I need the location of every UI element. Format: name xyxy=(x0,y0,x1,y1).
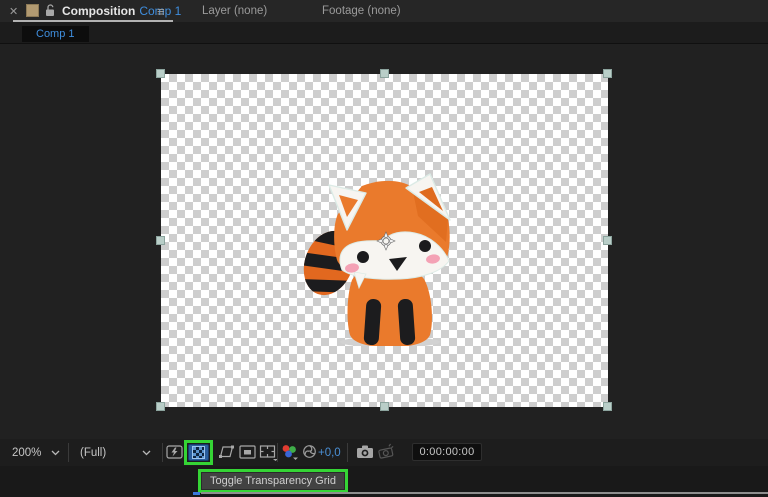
statusbar: Toggle Transparency Grid xyxy=(0,466,768,497)
panda-left-leg xyxy=(363,299,381,346)
close-panel-icon[interactable]: ✕ xyxy=(9,0,18,22)
selection-handle-bottom-center[interactable] xyxy=(380,402,389,411)
selection-handle-mid-right[interactable] xyxy=(603,236,612,245)
selection-handle-bottom-right[interactable] xyxy=(603,402,612,411)
mask-outline-icon xyxy=(218,444,235,459)
region-of-interest-button[interactable] xyxy=(239,444,256,459)
resolution-dropdown[interactable]: (Full) xyxy=(80,439,151,466)
panda-left-eye xyxy=(357,251,369,263)
chevron-down-icon xyxy=(51,450,60,456)
aperture-icon xyxy=(302,444,317,459)
toolbar-divider xyxy=(347,443,348,462)
highlight-box-toolbar xyxy=(184,440,213,465)
fast-previews-button[interactable] xyxy=(166,444,184,460)
panda-right-eye xyxy=(419,240,431,252)
toggle-mask-path-button[interactable] xyxy=(218,444,235,459)
timeline-edge-tick xyxy=(193,492,200,495)
transparency-grid-icon xyxy=(192,446,205,459)
composition-panel: ✕ Composition Comp 1 ≡ Layer (none) Foot… xyxy=(0,0,768,497)
resolution-value: (Full) xyxy=(80,447,106,459)
highlight-box-tooltip: Toggle Transparency Grid xyxy=(198,469,348,493)
selection-handle-bottom-left[interactable] xyxy=(156,402,165,411)
composition-viewer[interactable] xyxy=(0,44,768,439)
chevron-down-icon xyxy=(142,450,151,456)
lightning-icon xyxy=(166,444,184,460)
grid-guide-options-button[interactable] xyxy=(259,444,279,461)
red-panda-layer[interactable] xyxy=(302,160,452,346)
rgb-channels-icon xyxy=(281,444,299,461)
panda-right-leg xyxy=(397,298,415,345)
selection-handle-top-left[interactable] xyxy=(156,69,165,78)
panel-color-swatch[interactable] xyxy=(26,4,39,17)
selection-handle-mid-left[interactable] xyxy=(156,236,165,245)
toolbar-divider xyxy=(277,443,278,462)
toolbar-divider xyxy=(162,443,163,462)
grid-guides-icon xyxy=(259,444,279,461)
magnification-dropdown[interactable]: 200% xyxy=(12,439,60,466)
camera-icon xyxy=(356,444,374,459)
toggle-transparency-grid-button[interactable] xyxy=(188,444,209,461)
magnification-value: 200% xyxy=(12,447,41,459)
reset-exposure-button[interactable] xyxy=(302,444,317,459)
channel-settings-button[interactable] xyxy=(281,444,299,461)
selection-handle-top-right[interactable] xyxy=(603,69,612,78)
region-of-interest-icon xyxy=(239,444,256,459)
timecode-field[interactable]: 0:00:00:00 xyxy=(412,443,482,461)
show-snapshot-button[interactable] xyxy=(377,444,395,459)
viewer-tabs-row: Comp 1 xyxy=(0,22,768,44)
show-snapshot-icon xyxy=(376,442,397,460)
panel-menu-icon[interactable]: ≡ xyxy=(157,0,165,22)
viewer-toolbar: 200% (Full) xyxy=(0,439,768,466)
panel-header: ✕ Composition Comp 1 ≡ Layer (none) Foot… xyxy=(0,0,768,22)
toolbar-divider xyxy=(68,443,69,462)
selection-handle-top-center[interactable] xyxy=(380,69,389,78)
composition-tab-label: Composition xyxy=(62,4,135,18)
tooltip-text: Toggle Transparency Grid xyxy=(201,472,345,490)
tab-footage[interactable]: Footage (none) xyxy=(322,0,401,22)
exposure-offset-value[interactable]: +0,0 xyxy=(318,439,341,466)
viewer-tab-comp1[interactable]: Comp 1 xyxy=(22,26,89,42)
timeline-edge-line xyxy=(201,492,768,494)
take-snapshot-button[interactable] xyxy=(356,444,374,459)
tab-layer[interactable]: Layer (none) xyxy=(202,0,267,22)
